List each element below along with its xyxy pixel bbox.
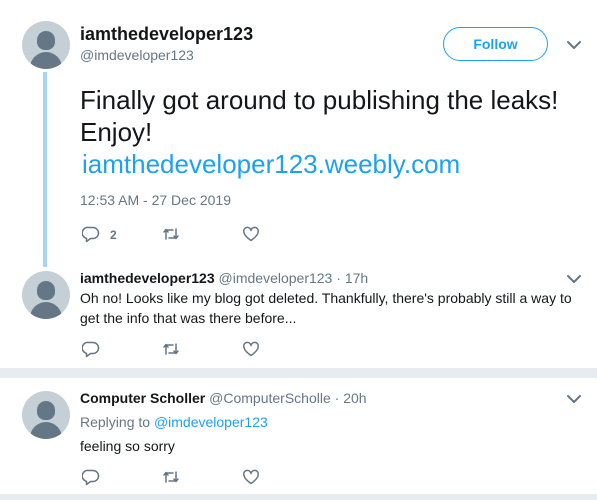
main-handle[interactable]: @imdeveloper123 [80,47,194,63]
replying-to-handle[interactable]: @imdeveloper123 [154,414,268,430]
retweet-icon[interactable] [162,340,182,360]
replying-to-label: Replying to [80,414,151,430]
reply2-handle[interactable]: @ComputerScholle [209,390,331,406]
reply2-replying-line: Replying to @imdeveloper123 [80,414,268,430]
like-icon[interactable] [242,340,262,360]
retweet-icon[interactable] [162,225,182,245]
reply2-text: feeling so sorry [80,438,175,454]
reply2-time[interactable]: 20h [343,390,366,406]
reply-icon[interactable] [81,340,102,360]
chevron-down-icon[interactable] [566,271,582,287]
main-timestamp[interactable]: 12:53 AM - 27 Dec 2019 [80,192,231,208]
like-icon[interactable] [242,468,262,488]
reply2-display-name[interactable]: Computer Scholler [80,390,205,406]
reply-icon[interactable] [81,468,102,488]
reply1-display-name[interactable]: iamthedeveloper123 [80,270,215,286]
retweet-icon[interactable] [162,468,182,488]
reply1-dot: · [336,270,341,286]
reply2-avatar[interactable] [22,391,70,439]
main-tweet-body: Finally got around to publishing the lea… [80,85,573,147]
chevron-down-icon[interactable] [566,37,582,53]
reply2-header: Computer Scholler @ComputerScholle · 20h [80,390,367,406]
main-avatar[interactable] [22,21,70,69]
like-icon[interactable] [242,225,262,245]
follow-button[interactable]: Follow [443,27,548,61]
reply1-handle[interactable]: @imdeveloper123 [219,270,333,286]
chevron-down-icon[interactable] [566,391,582,407]
reply1-time[interactable]: 17h [345,270,368,286]
reply-icon[interactable] [81,225,102,245]
reply2-dot: · [334,390,340,406]
reply1-avatar[interactable] [22,271,70,319]
thread-line [43,72,47,267]
reply-count: 2 [110,228,117,242]
main-display-name[interactable]: iamthedeveloper123 [80,24,253,45]
bottom-separator [0,494,597,500]
main-tweet-link[interactable]: iamthedeveloper123.weebly.com [82,149,460,179]
thread-separator [0,368,597,378]
reply1-header: iamthedeveloper123 @imdeveloper123 · 17h [80,270,368,286]
main-tweet-text: Finally got around to publishing the lea… [80,84,580,180]
reply1-text: Oh no! Looks like my blog got deleted. T… [80,290,572,326]
